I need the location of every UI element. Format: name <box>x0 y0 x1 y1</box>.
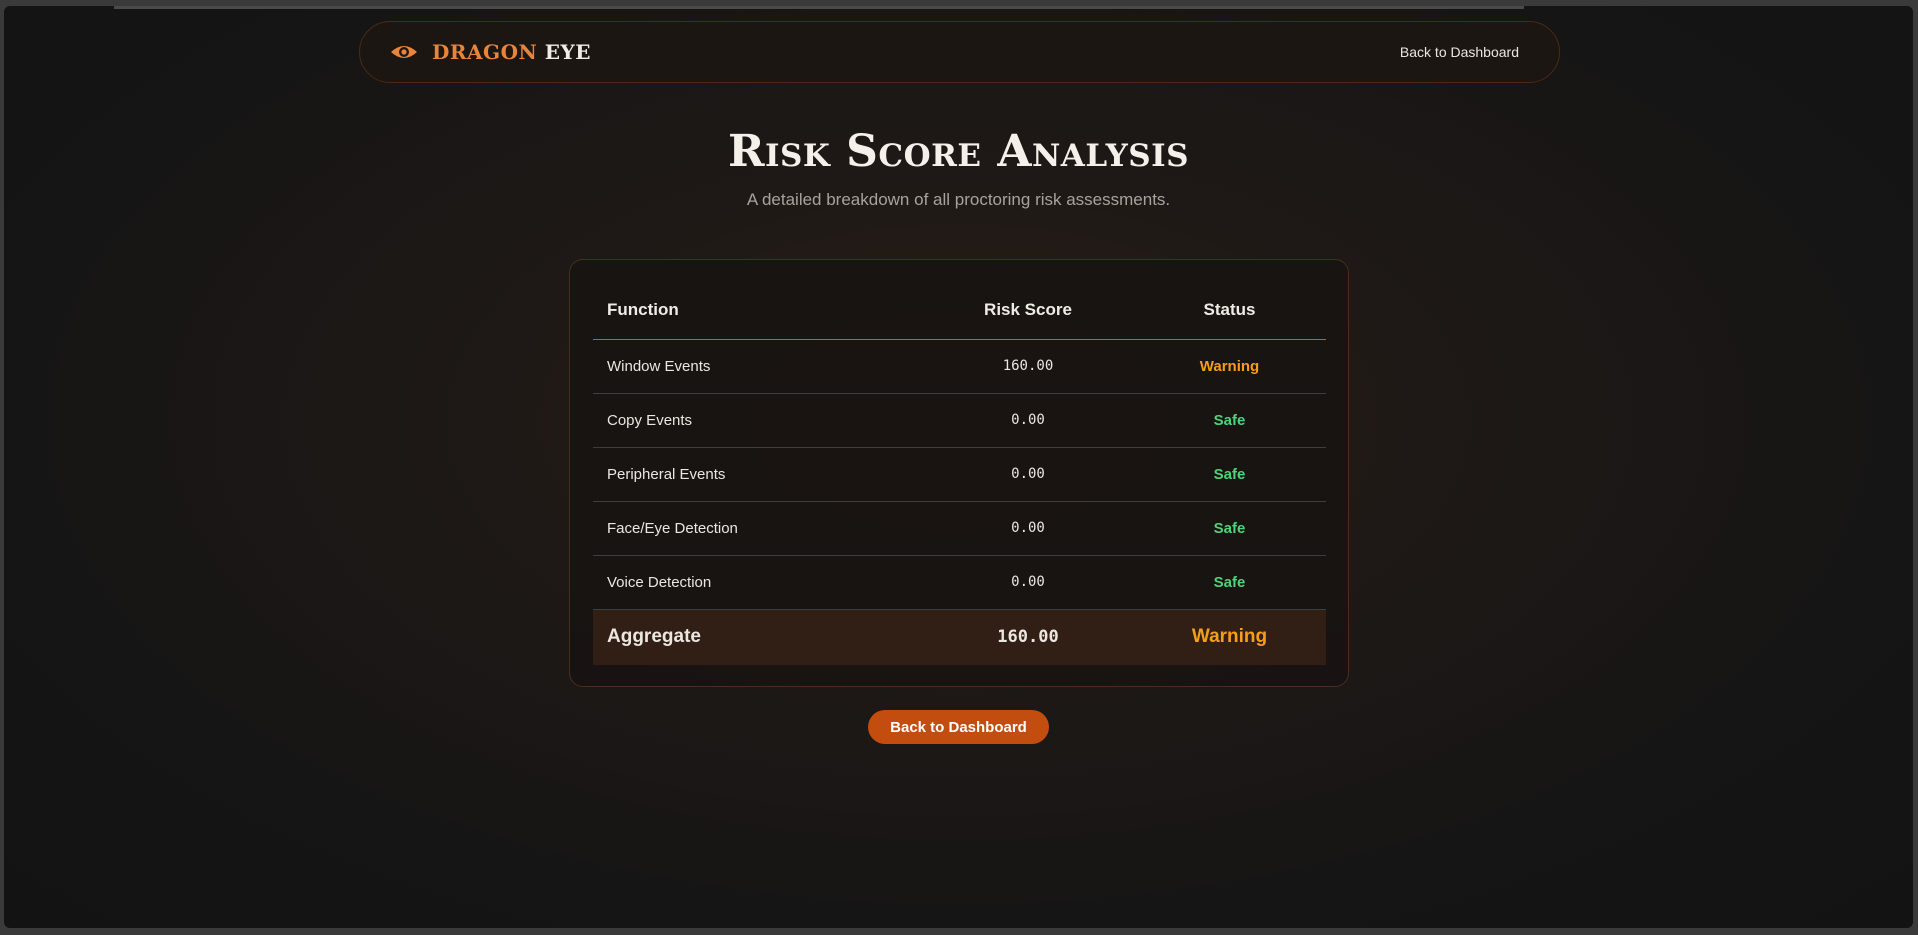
aggregate-row: Aggregate 160.00 Warning <box>593 609 1326 665</box>
aggregate-score: 160.00 <box>923 609 1133 665</box>
table-row: Copy Events 0.00 Safe <box>593 393 1326 448</box>
risk-score-card: Function Risk Score Status Window Events… <box>569 259 1349 687</box>
brand-name-part2: EYE <box>544 40 591 64</box>
app-frame: DRAGON EYE Back to Dashboard Risk Score … <box>4 6 1913 928</box>
risk-score-cell: 160.00 <box>923 339 1133 394</box>
table-row: Peripheral Events 0.00 Safe <box>593 447 1326 502</box>
eye-icon <box>390 42 420 62</box>
risk-score-table: Function Risk Score Status Window Events… <box>593 282 1326 665</box>
risk-score-cell: 0.00 <box>923 501 1133 556</box>
function-cell: Window Events <box>593 339 923 394</box>
risk-score-cell: 0.00 <box>923 447 1133 502</box>
function-cell: Voice Detection <box>593 555 923 610</box>
column-header-risk-score: Risk Score <box>923 282 1133 340</box>
nav-back-to-dashboard-link[interactable]: Back to Dashboard <box>1400 44 1519 60</box>
table-row: Voice Detection 0.00 Safe <box>593 555 1326 610</box>
back-to-dashboard-button[interactable]: Back to Dashboard <box>868 710 1049 744</box>
table-header-row: Function Risk Score Status <box>593 282 1326 340</box>
function-cell: Peripheral Events <box>593 447 923 502</box>
status-cell: Warning <box>1133 339 1326 394</box>
status-cell: Safe <box>1133 501 1326 556</box>
page-title: Risk Score Analysis <box>727 126 1190 177</box>
function-cell: Face/Eye Detection <box>593 501 923 556</box>
function-cell: Copy Events <box>593 393 923 448</box>
page-subtitle: A detailed breakdown of all proctoring r… <box>746 190 1171 209</box>
column-header-function: Function <box>593 282 923 340</box>
window-top-border <box>114 6 1524 9</box>
status-cell: Safe <box>1133 393 1326 448</box>
status-cell: Safe <box>1133 447 1326 502</box>
table-row: Face/Eye Detection 0.00 Safe <box>593 501 1326 556</box>
brand-logo[interactable]: DRAGON EYE <box>390 40 591 64</box>
risk-score-cell: 0.00 <box>923 393 1133 448</box>
aggregate-label: Aggregate <box>593 609 923 665</box>
table-row: Window Events 160.00 Warning <box>593 339 1326 394</box>
brand-name-part1: DRAGON <box>432 40 538 64</box>
aggregate-status: Warning <box>1133 609 1326 665</box>
status-cell: Safe <box>1133 555 1326 610</box>
column-header-status: Status <box>1133 282 1326 340</box>
risk-score-cell: 0.00 <box>923 555 1133 610</box>
top-navbar: DRAGON EYE Back to Dashboard <box>359 21 1560 83</box>
brand-name: DRAGON EYE <box>432 40 591 64</box>
